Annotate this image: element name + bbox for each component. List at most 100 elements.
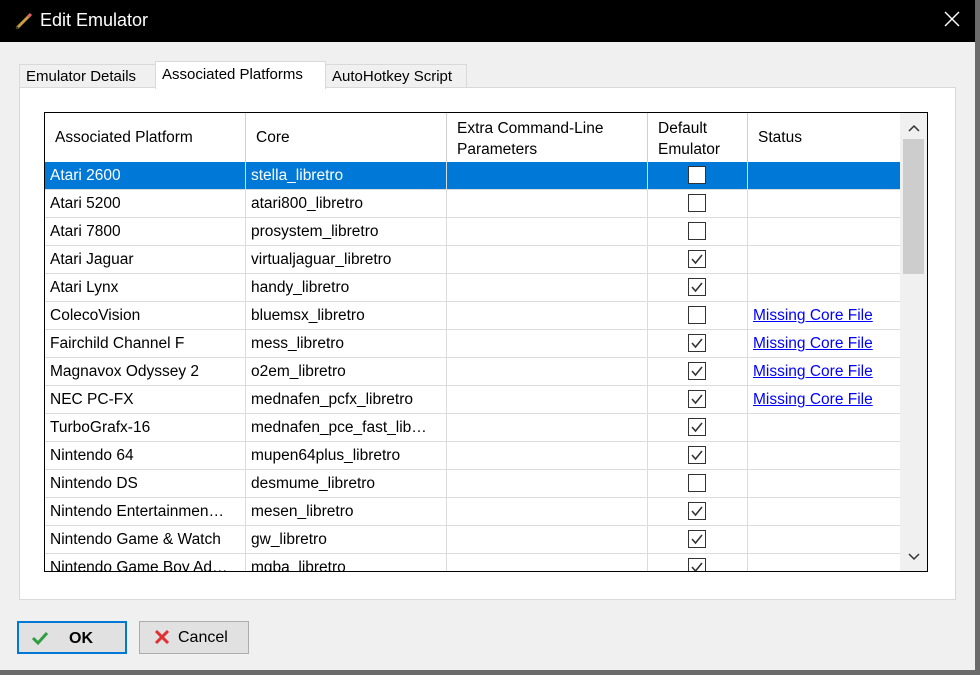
cell-core[interactable]: o2em_libretro xyxy=(246,358,447,385)
vertical-scrollbar[interactable] xyxy=(900,113,927,571)
tab-associated-platforms[interactable]: Associated Platforms xyxy=(155,61,326,89)
cell-platform[interactable]: NEC PC-FX xyxy=(45,386,246,413)
cell-params[interactable] xyxy=(447,330,648,357)
column-header-core[interactable]: Core xyxy=(246,113,447,162)
cell-core[interactable]: mesen_libretro xyxy=(246,498,447,525)
cell-core[interactable]: gw_libretro xyxy=(246,526,447,553)
cell-core[interactable]: mupen64plus_libretro xyxy=(246,442,447,469)
cell-platform[interactable]: TurboGrafx-16 xyxy=(45,414,246,441)
scroll-down-button[interactable] xyxy=(900,546,927,568)
cell-params[interactable] xyxy=(447,442,648,469)
cell-params[interactable] xyxy=(447,554,648,571)
close-button[interactable] xyxy=(929,0,975,42)
scroll-up-button[interactable] xyxy=(900,117,927,139)
cell-params[interactable] xyxy=(447,470,648,497)
cell-params[interactable] xyxy=(447,218,648,245)
pencil-icon xyxy=(14,11,34,31)
missing-core-file-link[interactable]: Missing Core File xyxy=(753,307,873,324)
table-row[interactable]: Atari Lynx handy_libretro xyxy=(45,274,900,302)
cell-platform[interactable]: Atari Lynx xyxy=(45,274,246,301)
cell-params[interactable] xyxy=(447,358,648,385)
cell-params[interactable] xyxy=(447,190,648,217)
cell-params[interactable] xyxy=(447,246,648,273)
column-header-params[interactable]: Extra Command-Line Parameters xyxy=(447,113,648,162)
table-row[interactable]: Atari 7800 prosystem_libretro xyxy=(45,218,900,246)
cell-core[interactable]: handy_libretro xyxy=(246,274,447,301)
missing-core-file-link[interactable]: Missing Core File xyxy=(753,391,873,408)
cell-core[interactable]: virtualjaguar_libretro xyxy=(246,246,447,273)
missing-core-file-link[interactable]: Missing Core File xyxy=(753,335,873,352)
cell-platform[interactable]: Nintendo DS xyxy=(45,470,246,497)
default-emulator-checkbox[interactable] xyxy=(688,306,706,324)
tab-emulator-details[interactable]: Emulator Details xyxy=(19,64,156,88)
checkmark-icon xyxy=(691,506,703,517)
cell-platform[interactable]: Nintendo 64 xyxy=(45,442,246,469)
default-emulator-checkbox[interactable] xyxy=(688,502,706,520)
cell-platform[interactable]: Nintendo Game & Watch xyxy=(45,526,246,553)
cell-platform[interactable]: ColecoVision xyxy=(45,302,246,329)
cell-default xyxy=(648,414,748,441)
default-emulator-checkbox[interactable] xyxy=(688,278,706,296)
column-header-status[interactable]: Status xyxy=(748,113,900,162)
cell-params[interactable] xyxy=(447,498,648,525)
cell-core[interactable]: atari800_libretro xyxy=(246,190,447,217)
table-row[interactable]: Nintendo Game & Watch gw_libretro xyxy=(45,526,900,554)
cell-params[interactable] xyxy=(447,274,648,301)
cell-core[interactable]: bluemsx_libretro xyxy=(246,302,447,329)
default-emulator-checkbox[interactable] xyxy=(688,418,706,436)
cell-platform[interactable]: Nintendo Entertainmen… xyxy=(45,498,246,525)
table-row[interactable]: TurboGrafx-16 mednafen_pce_fast_lib… xyxy=(45,414,900,442)
cell-params[interactable] xyxy=(447,302,648,329)
table-row[interactable]: Atari 5200 atari800_libretro xyxy=(45,190,900,218)
cell-params[interactable] xyxy=(447,414,648,441)
table-row[interactable]: ColecoVision bluemsx_libretro Missing Core… xyxy=(45,302,900,330)
table-row[interactable]: Nintendo Game Boy Ad… mgba_libretro xyxy=(45,554,900,571)
cell-platform[interactable]: Atari 7800 xyxy=(45,218,246,245)
column-header-default[interactable]: Default Emulator xyxy=(648,113,748,162)
cell-platform[interactable]: Magnavox Odyssey 2 xyxy=(45,358,246,385)
cell-core[interactable]: desmume_libretro xyxy=(246,470,447,497)
column-header-platform[interactable]: Associated Platform xyxy=(45,113,246,162)
cell-core[interactable]: stella_libretro xyxy=(246,162,447,189)
default-emulator-checkbox[interactable] xyxy=(688,222,706,240)
table-row[interactable]: NEC PC-FX mednafen_pcfx_libretro Missing C… xyxy=(45,386,900,414)
scroll-thumb[interactable] xyxy=(903,139,924,274)
cell-platform[interactable]: Fairchild Channel F xyxy=(45,330,246,357)
default-emulator-checkbox[interactable] xyxy=(688,390,706,408)
tab-autohotkey-script[interactable]: AutoHotkey Script xyxy=(325,64,467,88)
table-row[interactable]: Nintendo 64 mupen64plus_libretro xyxy=(45,442,900,470)
cell-platform[interactable]: Nintendo Game Boy Ad… xyxy=(45,554,246,571)
table-row[interactable]: Atari 2600 stella_libretro xyxy=(45,162,900,190)
cell-platform[interactable]: Atari Jaguar xyxy=(45,246,246,273)
default-emulator-checkbox[interactable] xyxy=(688,474,706,492)
cell-core[interactable]: mednafen_pcfx_libretro xyxy=(246,386,447,413)
table-row[interactable]: Nintendo Entertainmen… mesen_libretro xyxy=(45,498,900,526)
missing-core-file-link[interactable]: Missing Core File xyxy=(753,363,873,380)
table-row[interactable]: Fairchild Channel Fmess_libretro Missing … xyxy=(45,330,900,358)
default-emulator-checkbox[interactable] xyxy=(688,334,706,352)
cell-core[interactable]: mess_libretro xyxy=(246,330,447,357)
cell-default xyxy=(648,386,748,413)
table-row[interactable]: Magnavox Odyssey 2 o2em_libretro Missing C… xyxy=(45,358,900,386)
cell-core[interactable]: mgba_libretro xyxy=(246,554,447,571)
table-row[interactable]: Nintendo DS desmume_libretro xyxy=(45,470,900,498)
default-emulator-checkbox[interactable] xyxy=(688,362,706,380)
ok-button[interactable]: OK xyxy=(17,621,127,654)
cell-platform[interactable]: Atari 5200 xyxy=(45,190,246,217)
default-emulator-checkbox[interactable] xyxy=(688,530,706,548)
cell-core[interactable]: mednafen_pce_fast_lib… xyxy=(246,414,447,441)
default-emulator-checkbox[interactable] xyxy=(688,558,706,571)
default-emulator-checkbox[interactable] xyxy=(688,250,706,268)
cell-status: Missing Core File xyxy=(748,386,900,413)
cancel-button[interactable]: Cancel xyxy=(139,621,249,654)
default-emulator-checkbox[interactable] xyxy=(688,166,706,184)
table-row[interactable]: Atari Jaguar virtualjaguar_libretro xyxy=(45,246,900,274)
cell-params[interactable] xyxy=(447,526,648,553)
default-emulator-checkbox[interactable] xyxy=(688,194,706,212)
x-icon xyxy=(154,629,170,650)
cell-params[interactable] xyxy=(447,386,648,413)
cell-params[interactable] xyxy=(447,162,648,189)
cell-core[interactable]: prosystem_libretro xyxy=(246,218,447,245)
default-emulator-checkbox[interactable] xyxy=(688,446,706,464)
cell-platform[interactable]: Atari 2600 xyxy=(45,162,246,189)
